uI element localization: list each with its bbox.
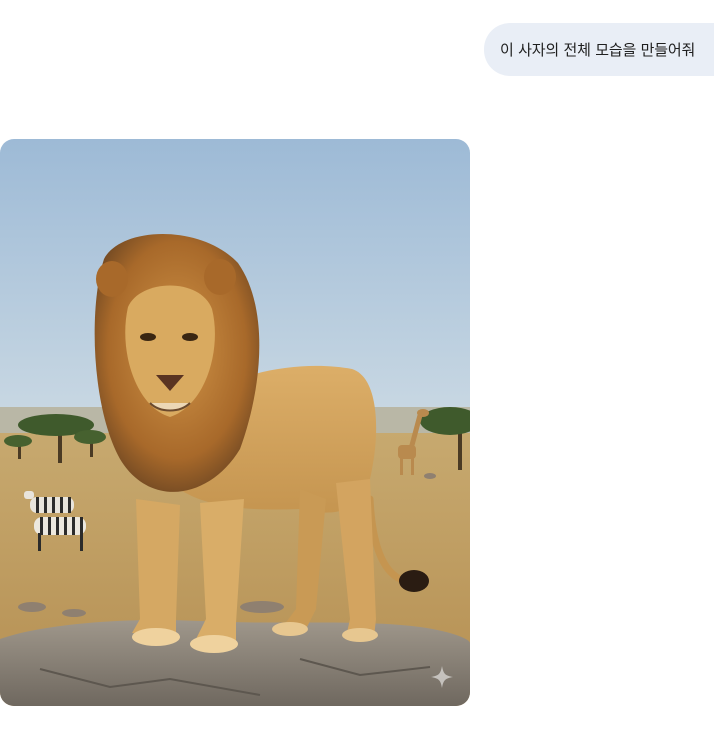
user-message-bubble: 이 사자의 전체 모습을 만들어줘 — [484, 23, 714, 76]
user-message-text: 이 사자의 전체 모습을 만들어줘 — [500, 41, 696, 59]
chat-conversation: 이 사자의 전체 모습을 만들어줘 — [0, 0, 714, 730]
generated-lion-image[interactable] — [0, 139, 470, 706]
